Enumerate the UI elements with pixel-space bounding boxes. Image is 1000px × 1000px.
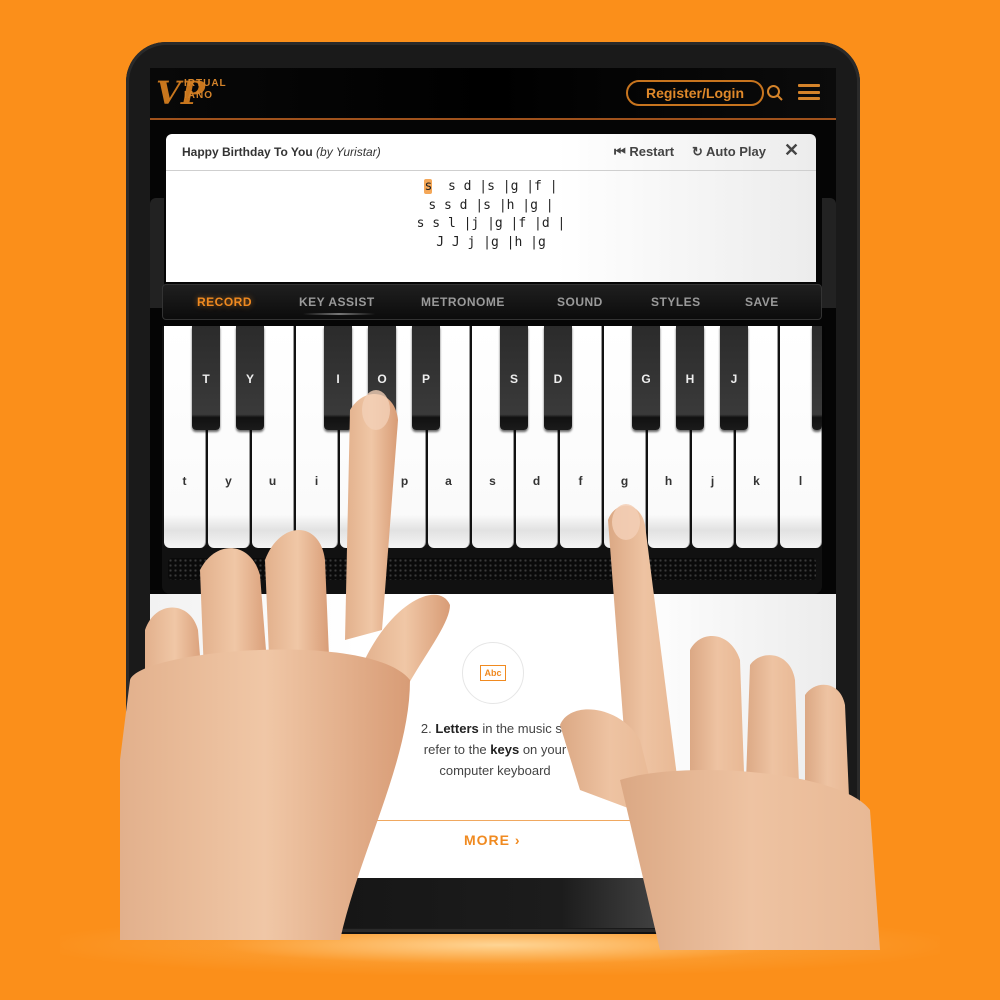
tip-icon-circle: Abc (462, 642, 524, 704)
black-key-label: P (421, 372, 430, 386)
sheet-line-rest: s d |s |g |f | (432, 179, 558, 194)
piano-keyboard: t y u i o p a s d f g h j k l T Y I O P S D G H J (162, 326, 822, 594)
black-key-T[interactable]: T (192, 326, 220, 430)
white-key-label: t (182, 474, 187, 488)
site-header: VP IRTUAL IANO Register/Login (150, 68, 836, 118)
tip-bold-keys: keys (490, 742, 520, 757)
restart-icon: ⏮ (614, 144, 626, 159)
sheet-line: s s d |s |h |g | (428, 197, 554, 213)
tab-key-assist[interactable]: KEY ASSIST (299, 295, 375, 309)
tab-sound[interactable]: SOUND (557, 295, 603, 309)
white-key-label: y (225, 474, 232, 488)
white-key-label: p (400, 474, 409, 488)
music-sheet-header: Happy Birthday To You (by Yuristar) ⏮ Re… (166, 134, 816, 171)
tablet-device: VP IRTUAL IANO Register/Login Happy Birt… (126, 42, 860, 932)
screen: VP IRTUAL IANO Register/Login Happy Birt… (150, 68, 836, 928)
white-key-label: u (268, 474, 277, 488)
tip-number: 2. (420, 721, 432, 736)
tab-record[interactable]: RECORD (197, 295, 252, 309)
black-key-label: S (509, 372, 518, 386)
logo-text-line1: IRTUAL (184, 78, 227, 89)
black-key-label: O (377, 372, 387, 386)
sheet-line: s s d |s |g |f | (166, 178, 816, 197)
black-key-D[interactable]: D (544, 326, 572, 430)
auto-play-button[interactable]: ↻ Auto Play (692, 144, 766, 160)
white-key-label: o (356, 474, 365, 488)
virtual-piano-logo[interactable]: VP IRTUAL IANO (156, 76, 236, 110)
black-key-label: J (730, 372, 738, 386)
white-key-label: g (620, 474, 629, 488)
tip-text-2a: refer to the (423, 742, 491, 757)
black-key-G[interactable]: G (632, 326, 660, 430)
chevron-right-icon: › (514, 832, 521, 848)
tip-text: 2. Letters in the music sh refer to the … (370, 718, 620, 781)
abc-icon: Abc (480, 665, 506, 681)
restart-button[interactable]: ⏮ Restart (614, 144, 674, 160)
piano-toolbar: RECORD KEY ASSIST METRONOME SOUND STYLES… (162, 284, 822, 320)
close-sheet-button[interactable]: ✕ (784, 140, 799, 161)
tab-save[interactable]: SAVE (745, 295, 779, 309)
music-sheet-notes: s s d |s |g |f | s s d |s |h |g | s s l |j… (166, 178, 816, 252)
black-key-P[interactable]: P (412, 326, 440, 430)
tip-text-2b: on your (519, 742, 567, 757)
black-key-label: D (553, 372, 563, 386)
black-key-label: H (685, 372, 695, 386)
piano-frame-right (822, 198, 836, 308)
tip-text-1: in the music sh (478, 721, 570, 736)
tip-text-3: computer keyboard (439, 763, 551, 778)
white-key-label: i (314, 474, 319, 488)
black-key-label: G (641, 372, 651, 386)
black-key-label: I (336, 372, 340, 386)
white-key-label: k (753, 474, 760, 488)
white-key-label: s (489, 474, 496, 488)
sheet-line: s s l |j |g |f |d | (416, 216, 566, 231)
hamburger-menu-icon[interactable] (798, 84, 820, 100)
more-button[interactable]: MORE › (464, 832, 521, 848)
header-divider (150, 118, 836, 120)
black-key-I[interactable]: I (324, 326, 352, 430)
black-key-O[interactable]: O (368, 326, 396, 430)
key-assist-slider[interactable] (303, 313, 375, 315)
white-key-label: f (578, 474, 583, 488)
more-label: MORE (464, 832, 510, 848)
black-key-partial[interactable] (812, 326, 822, 430)
song-name: Happy Birthday To You (182, 145, 313, 159)
sheet-line: J J j |g |h |g (436, 234, 546, 250)
speaker-grille (168, 558, 816, 580)
white-key-label: j (710, 474, 715, 488)
black-key-label: Y (245, 372, 254, 386)
black-key-H[interactable]: H (676, 326, 704, 430)
register-login-button[interactable]: Register/Login (626, 80, 764, 106)
black-key-S[interactable]: S (500, 326, 528, 430)
autoplay-icon: ↻ (692, 144, 703, 159)
search-icon[interactable] (766, 84, 784, 102)
music-sheet-panel: Happy Birthday To You (by Yuristar) ⏮ Re… (166, 134, 816, 282)
black-key-label: T (202, 372, 210, 386)
tip-next-partial: Pr (616, 718, 629, 733)
black-key-J[interactable]: J (720, 326, 748, 430)
tablet-bottom-bezel (150, 878, 836, 928)
logo-text-line2: IANO (184, 90, 213, 101)
white-key-label: l (798, 474, 803, 488)
autoplay-label: Auto Play (706, 144, 767, 159)
tab-metronome[interactable]: METRONOME (421, 295, 505, 309)
black-key-Y[interactable]: Y (236, 326, 264, 430)
tip-bold-letters: Letters (435, 721, 479, 736)
song-title: Happy Birthday To You (by Yuristar) (182, 145, 381, 159)
more-divider (250, 820, 670, 821)
white-key-label: d (532, 474, 541, 488)
restart-label: Restart (629, 144, 675, 159)
song-author: (by Yuristar) (316, 145, 381, 159)
white-key-label: a (445, 474, 452, 488)
white-key-label: h (664, 474, 673, 488)
tab-styles[interactable]: STYLES (651, 295, 701, 309)
